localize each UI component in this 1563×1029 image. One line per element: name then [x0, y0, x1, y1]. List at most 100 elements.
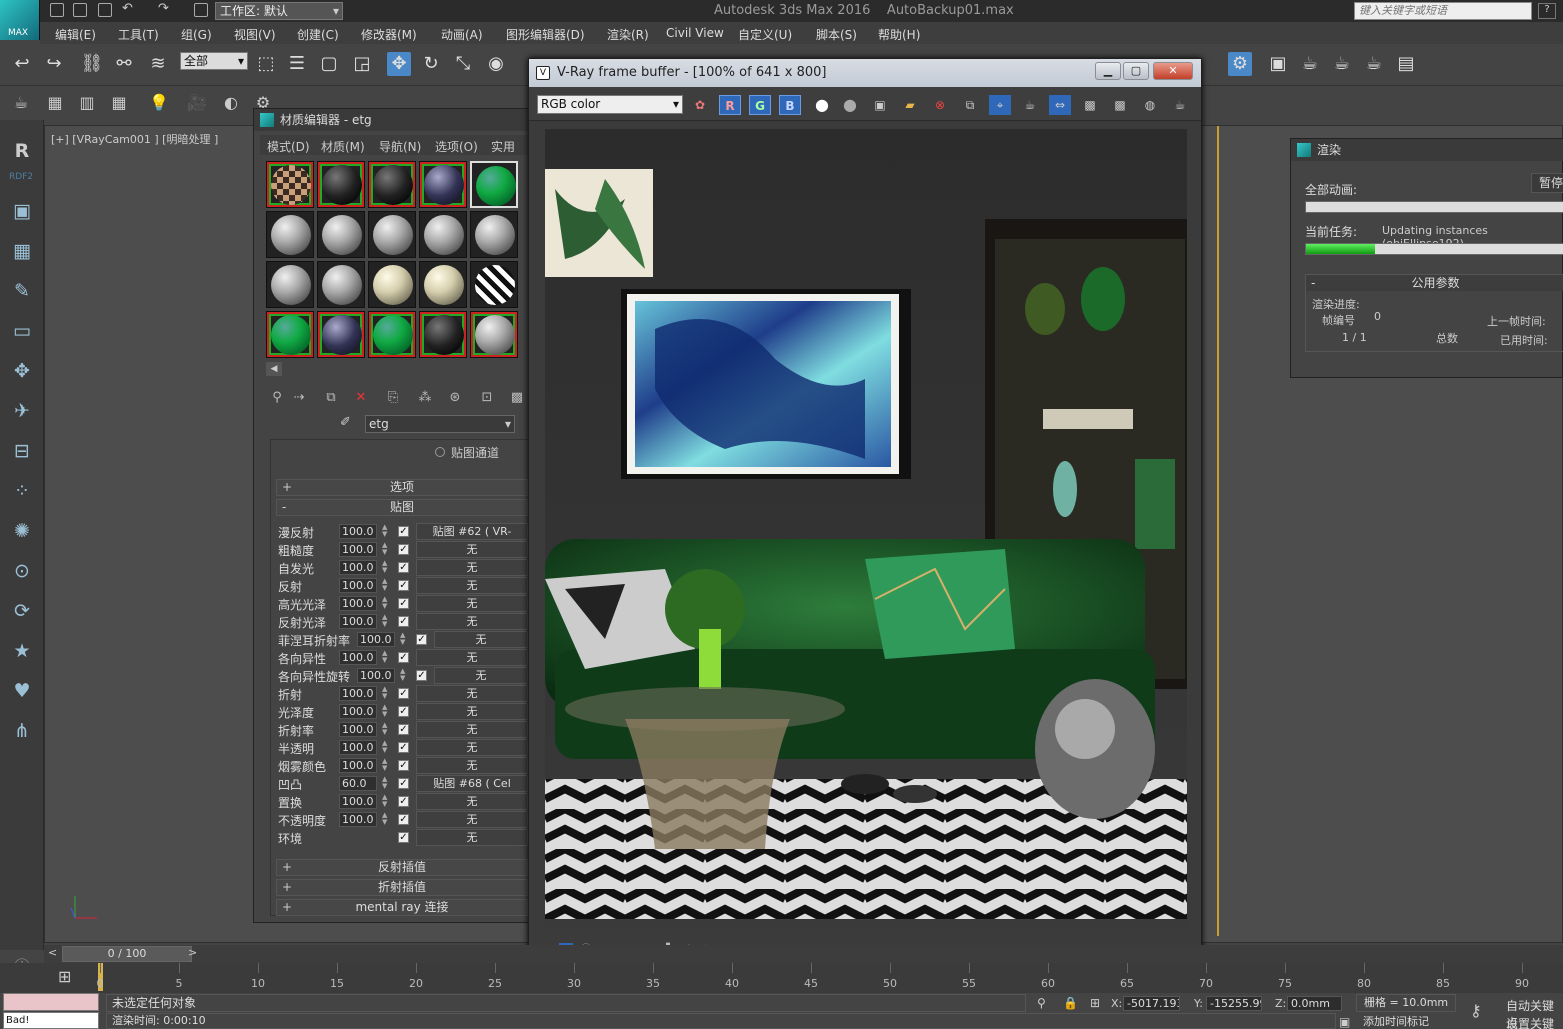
vfb-titlebar[interactable]: V V-Ray frame buffer - [100% of 641 x 80…	[529, 59, 1201, 87]
render-setup-icon[interactable]: ⚙	[1228, 52, 1252, 76]
bind-spacewarp-icon[interactable]: ≋	[146, 52, 170, 76]
isolate-icon[interactable]: ⚲	[1037, 996, 1046, 1010]
map-amount-field[interactable]: 100.0	[339, 704, 377, 719]
common-params-header[interactable]: - 公用参数	[1306, 275, 1563, 291]
link-icon[interactable]: ⛓	[80, 52, 104, 76]
maxscript-listener-output[interactable]: Bad!	[3, 1012, 99, 1029]
sample-slot[interactable]	[470, 311, 518, 358]
follow-mouse-icon[interactable]: ▩	[1079, 95, 1101, 115]
grid-icon[interactable]: ▦	[9, 238, 35, 264]
set-key-button[interactable]: 设置关键点	[1506, 1015, 1563, 1029]
layer-icon[interactable]: ▥	[76, 92, 98, 114]
maximize-button[interactable]: ▢	[1123, 62, 1149, 80]
map-amount-field[interactable]: 100.0	[339, 794, 377, 809]
select-by-name-icon[interactable]: ☰	[285, 52, 309, 76]
help-icon[interactable]: ?	[1538, 3, 1556, 19]
key-icon[interactable]: ⚷	[1470, 1001, 1482, 1020]
image-icon[interactable]: ▣	[9, 198, 35, 224]
map-slot-button[interactable]: 无	[416, 541, 528, 558]
eyedropper-icon[interactable]: ✐	[340, 415, 351, 430]
sample-slot[interactable]	[266, 211, 314, 258]
time-slider-thumb[interactable]: 0 / 100	[62, 946, 192, 962]
map-enable-checkbox[interactable]: ✓	[398, 814, 409, 825]
sample-slot[interactable]	[368, 211, 416, 258]
map-enable-checkbox[interactable]: ✓	[398, 562, 409, 573]
map-amount-field[interactable]: 100.0	[339, 686, 377, 701]
sample-slot[interactable]	[419, 161, 467, 208]
map-slot-button[interactable]: 无	[416, 595, 528, 612]
clear-image-icon[interactable]: ⊗	[929, 95, 951, 115]
open-file-icon[interactable]	[73, 3, 87, 17]
undo-button[interactable]: ↩	[10, 52, 34, 76]
spinner-icon[interactable]: ▲ ▼	[382, 542, 390, 556]
time-tag-icon[interactable]: ▣	[1339, 1015, 1350, 1029]
show-map-icon[interactable]: ▩	[508, 389, 526, 407]
sun-icon[interactable]: ◐	[220, 92, 242, 114]
close-button[interactable]: ✕	[1153, 62, 1193, 80]
lock-icon[interactable]: 🔒	[1063, 996, 1078, 1010]
map-slot-button[interactable]: 无	[416, 829, 528, 846]
map-enable-checkbox[interactable]: ✓	[398, 616, 409, 627]
menu-tools[interactable]: 工具(T)	[118, 26, 159, 43]
render-frame-icon[interactable]: ▦	[44, 92, 66, 114]
track-bar[interactable]: ⊞ 0 5 10 15 20 25 30 35 40 45 50 55 60 65 70 75 80 85 90	[0, 963, 1563, 993]
mono-icon[interactable]: ●	[839, 95, 861, 115]
reset-map-icon[interactable]: ✕	[352, 389, 370, 407]
share-icon[interactable]: ⋔	[9, 718, 35, 744]
map-slot-button[interactable]: 无	[434, 667, 528, 684]
window-crossing-icon[interactable]: ◲	[350, 52, 374, 76]
select-rotate-icon[interactable]: ↻	[419, 52, 443, 76]
menu-help[interactable]: 帮助(H)	[878, 26, 920, 43]
rendered-image[interactable]	[545, 129, 1187, 929]
sample-slot[interactable]	[368, 261, 416, 308]
spinner-icon[interactable]: ▲ ▼	[382, 812, 390, 826]
map-slot-button[interactable]: 无	[416, 577, 528, 594]
select-object-icon[interactable]: ⬚	[254, 52, 278, 76]
map-channel-option[interactable]: 贴图通道	[426, 442, 526, 462]
rdf-icon[interactable]: R	[9, 138, 35, 164]
star-icon[interactable]: ★	[9, 638, 35, 664]
spinner-icon[interactable]: ▲ ▼	[382, 578, 390, 592]
sample-slot[interactable]	[368, 311, 416, 358]
spinner-icon[interactable]: ▲ ▼	[400, 668, 408, 682]
sun-settings-icon[interactable]: ✺	[9, 518, 35, 544]
save-icon[interactable]	[98, 3, 112, 17]
stop-icon[interactable]: ◍	[1139, 95, 1161, 115]
app-logo[interactable]: MAX	[0, 0, 40, 40]
copy-material-icon[interactable]: ⎘	[384, 389, 402, 407]
menu-animation[interactable]: 动画(A)	[441, 26, 483, 43]
y-coordinate-field[interactable]: -15255.99	[1206, 996, 1262, 1011]
map-amount-field[interactable]: 100.0	[357, 632, 395, 647]
render-teapot-icon[interactable]: ☕	[1169, 95, 1191, 115]
camera-icon[interactable]: 🎥	[186, 92, 208, 114]
map-amount-field[interactable]: 100.0	[339, 560, 377, 575]
map-amount-field[interactable]: 60.0	[339, 776, 377, 791]
me-menu-navigation[interactable]: 导航(N)	[379, 138, 421, 155]
me-menu-material[interactable]: 材质(M)	[321, 138, 365, 155]
map-amount-field[interactable]: 100.0	[339, 596, 377, 611]
me-menu-modes[interactable]: 模式(D)	[267, 138, 310, 155]
map-slot-button[interactable]: 无	[416, 811, 528, 828]
map-enable-checkbox[interactable]: ✓	[398, 544, 409, 555]
map-amount-field[interactable]: 100.0	[339, 614, 377, 629]
spinner-icon[interactable]: ▲ ▼	[382, 794, 390, 808]
menu-rendering[interactable]: 渲染(R)	[607, 26, 649, 43]
material-id-icon[interactable]: ⊡	[478, 389, 496, 407]
map-slot-button[interactable]: 无	[416, 559, 528, 576]
sample-slot[interactable]	[470, 261, 518, 308]
teapot-icon[interactable]: ☕	[10, 92, 32, 114]
sample-slot[interactable]	[266, 261, 314, 308]
slots-scroll-left[interactable]: ◀	[266, 362, 282, 376]
spinner-icon[interactable]: ▲ ▼	[382, 560, 390, 574]
inbox-icon[interactable]: ⊟	[9, 438, 35, 464]
map-enable-checkbox[interactable]: ✓	[398, 526, 409, 537]
menu-create[interactable]: 创建(C)	[297, 26, 339, 43]
map-amount-field[interactable]: 100.0	[339, 740, 377, 755]
duplicate-to-max-icon[interactable]: ⧉	[959, 95, 981, 115]
map-enable-checkbox[interactable]: ✓	[416, 634, 427, 645]
map-amount-field[interactable]: 100.0	[357, 668, 395, 683]
spinner-icon[interactable]: ▲ ▼	[382, 686, 390, 700]
map-enable-checkbox[interactable]: ✓	[398, 742, 409, 753]
map-amount-field[interactable]: 100.0	[339, 722, 377, 737]
add-time-tag[interactable]: 添加时间标记	[1356, 1013, 1456, 1029]
